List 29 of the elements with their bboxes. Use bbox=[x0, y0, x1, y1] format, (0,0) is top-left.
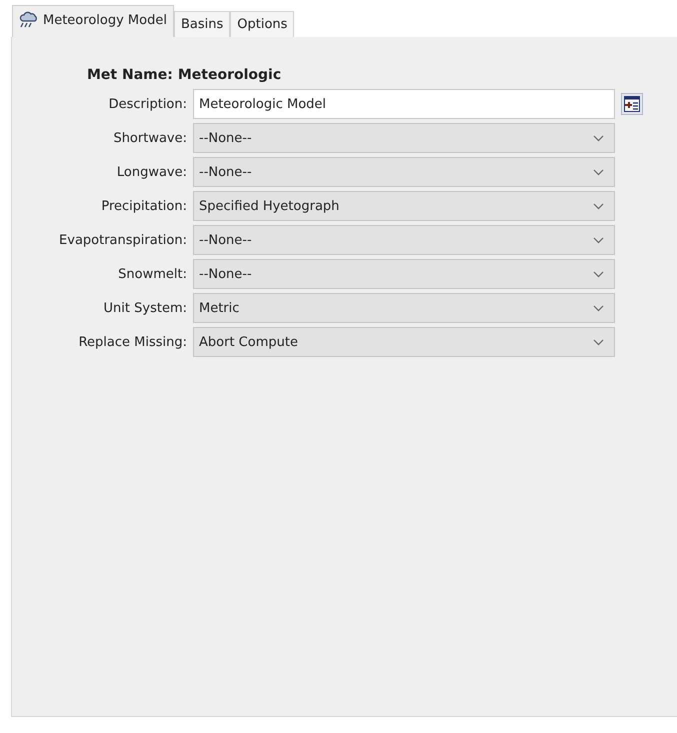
field-label: Unit System: bbox=[102, 300, 187, 316]
editor-button[interactable] bbox=[621, 93, 643, 115]
field-label: Description: bbox=[108, 96, 187, 112]
met-name-label: Met Name: bbox=[87, 67, 173, 83]
dropdown[interactable]: --None-- bbox=[193, 123, 615, 153]
dropdown[interactable]: --None-- bbox=[193, 225, 615, 255]
tab[interactable]: Basins bbox=[174, 11, 230, 37]
chevron-down-icon bbox=[593, 304, 604, 312]
chevron-down-icon bbox=[593, 202, 604, 210]
tab[interactable]: Meteorology Model bbox=[12, 5, 174, 37]
tab[interactable]: Options bbox=[230, 11, 294, 37]
field-label: Snowmelt: bbox=[117, 266, 187, 282]
dropdown[interactable]: --None-- bbox=[193, 259, 615, 289]
dropdown[interactable]: Metric bbox=[193, 293, 615, 323]
field-label: Shortwave: bbox=[112, 130, 187, 146]
field-label: Replace Missing: bbox=[78, 334, 187, 350]
chevron-down-icon bbox=[593, 338, 604, 346]
field-label: Longwave: bbox=[116, 164, 187, 180]
chevron-down-icon bbox=[593, 236, 604, 244]
met-name-value: Meteorologic bbox=[178, 67, 282, 83]
field-label: Precipitation: bbox=[100, 198, 187, 214]
chevron-down-icon bbox=[593, 134, 604, 142]
dropdown[interactable]: --None-- bbox=[193, 157, 615, 187]
dropdown[interactable]: Abort Compute bbox=[193, 327, 615, 357]
description-field[interactable]: Meteorologic Model bbox=[193, 89, 615, 119]
dropdown[interactable]: Specified Hyetograph bbox=[193, 191, 615, 221]
chevron-down-icon bbox=[593, 270, 604, 278]
field-label: Evapotranspiration: bbox=[58, 232, 187, 248]
chevron-down-icon bbox=[593, 168, 604, 176]
